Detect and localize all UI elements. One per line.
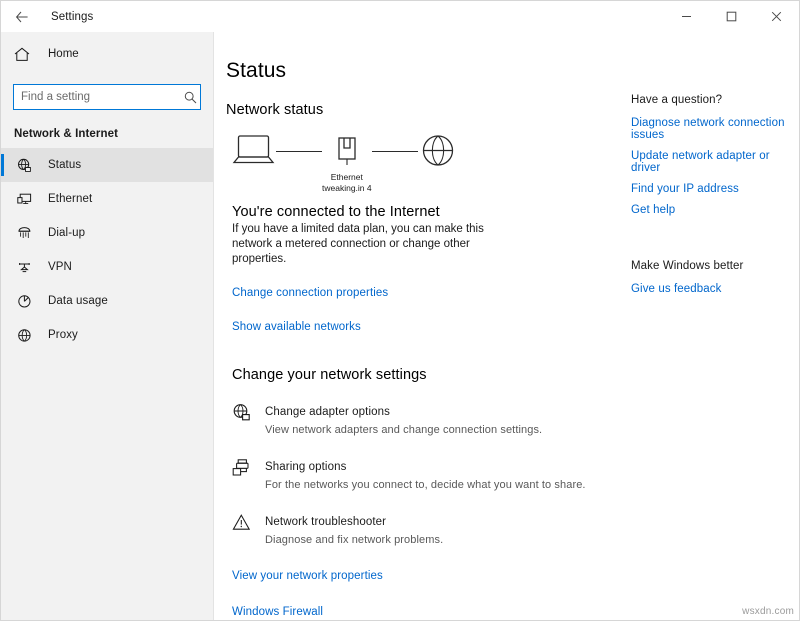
settings-window: Settings Home Find a setting Network & I… bbox=[0, 0, 800, 621]
change-connection-properties-link[interactable]: Change connection properties bbox=[232, 287, 388, 299]
warning-triangle-icon bbox=[232, 512, 258, 532]
setting-title: Sharing options bbox=[265, 461, 347, 473]
home-icon bbox=[14, 47, 38, 62]
sidebar-item-vpn[interactable]: VPN bbox=[1, 250, 213, 284]
sidebar-item-data-usage[interactable]: Data usage bbox=[1, 284, 213, 318]
setting-title: Change adapter options bbox=[265, 406, 390, 418]
view-network-properties-link[interactable]: View your network properties bbox=[232, 570, 383, 582]
maximize-icon bbox=[726, 11, 737, 22]
right-panel: Have a question? Diagnose network connec… bbox=[619, 32, 799, 620]
sidebar-item-label: Status bbox=[48, 159, 82, 171]
minimize-button[interactable] bbox=[664, 1, 709, 32]
setting-change-adapter-options[interactable]: Change adapter options View network adap… bbox=[232, 402, 619, 438]
sidebar-item-label: Proxy bbox=[48, 329, 78, 341]
pie-chart-icon bbox=[14, 294, 34, 309]
setting-text: Network troubleshooter Diagnose and fix … bbox=[265, 512, 443, 548]
watermark: wsxdn.com bbox=[742, 606, 794, 617]
content-area: Status Network status Ethernet tweaking.… bbox=[214, 32, 799, 620]
title-bar: Settings bbox=[1, 1, 799, 32]
get-help-link[interactable]: Get help bbox=[631, 204, 789, 216]
sidebar: Home Network & Internet bbox=[1, 32, 214, 620]
update-network-adapter-link[interactable]: Update network adapter or driver bbox=[631, 150, 789, 174]
setting-sharing-options[interactable]: Sharing options For the networks you con… bbox=[232, 457, 619, 493]
home-label: Home bbox=[48, 48, 79, 60]
sidebar-item-dialup[interactable]: Dial-up bbox=[1, 216, 213, 250]
view-network-properties-row: View your network properties bbox=[232, 566, 619, 584]
give-us-feedback-link[interactable]: Give us feedback bbox=[631, 283, 789, 295]
proxy-globe-icon bbox=[14, 328, 34, 343]
setting-text: Change adapter options View network adap… bbox=[265, 402, 542, 438]
panel-spacer bbox=[631, 225, 789, 260]
sidebar-item-label: Data usage bbox=[48, 295, 108, 307]
adapter-globe-icon bbox=[232, 402, 258, 422]
setting-description: View network adapters and change connect… bbox=[265, 424, 543, 436]
close-icon bbox=[771, 11, 782, 22]
sidebar-item-home[interactable]: Home bbox=[1, 38, 213, 70]
sidebar-item-label: Ethernet bbox=[48, 193, 93, 205]
window-body: Home Network & Internet bbox=[1, 32, 799, 620]
network-name-line1: Ethernet bbox=[330, 172, 363, 182]
main-pane: Status Network status Ethernet tweaking.… bbox=[214, 32, 619, 620]
diagram-network-label: Ethernet tweaking.in 4 bbox=[322, 172, 372, 194]
network-name-line2: tweaking.in 4 bbox=[322, 183, 372, 193]
close-button[interactable] bbox=[754, 1, 799, 32]
sidebar-item-proxy[interactable]: Proxy bbox=[1, 318, 213, 352]
setting-title: Network troubleshooter bbox=[265, 516, 387, 528]
sidebar-item-ethernet[interactable]: Ethernet bbox=[1, 182, 213, 216]
setting-text: Sharing options For the networks you con… bbox=[265, 457, 586, 493]
find-ip-address-link[interactable]: Find your IP address bbox=[631, 183, 789, 195]
back-arrow-icon bbox=[15, 11, 28, 22]
minimize-icon bbox=[682, 16, 691, 17]
search-icon[interactable] bbox=[181, 85, 200, 109]
setting-description: Diagnose and fix network problems. bbox=[265, 534, 444, 546]
sidebar-item-label: Dial-up bbox=[48, 227, 86, 239]
ethernet-port-icon bbox=[338, 137, 356, 165]
change-network-settings-heading: Change your network settings bbox=[232, 367, 427, 383]
show-available-networks-row: Show available networks bbox=[232, 317, 619, 335]
change-connection-properties-row: Change connection properties bbox=[232, 283, 619, 301]
window-controls bbox=[664, 1, 799, 32]
diagnose-network-issues-link[interactable]: Diagnose network connection issues bbox=[631, 117, 789, 141]
diagram-wire-right bbox=[371, 151, 418, 152]
sidebar-section-title: Network & Internet bbox=[14, 128, 119, 140]
search-box[interactable] bbox=[13, 84, 201, 110]
network-diagram: Ethernet tweaking.in 4 bbox=[232, 132, 619, 193]
maximize-button[interactable] bbox=[709, 1, 754, 32]
diagram-adapter: Ethernet tweaking.in 4 bbox=[322, 132, 372, 194]
globe-icon bbox=[422, 135, 453, 166]
vpn-icon bbox=[14, 260, 34, 275]
app-title: Settings bbox=[51, 10, 94, 23]
sidebar-item-label: VPN bbox=[48, 261, 72, 273]
back-button[interactable] bbox=[1, 1, 43, 32]
setting-description: For the networks you connect to, decide … bbox=[265, 479, 586, 491]
dialup-icon bbox=[14, 226, 34, 241]
ethernet-icon bbox=[14, 192, 34, 207]
have-a-question-heading: Have a question? bbox=[631, 94, 723, 106]
windows-firewall-row: Windows Firewall bbox=[232, 602, 619, 620]
network-status-heading: Network status bbox=[226, 102, 324, 118]
windows-firewall-link[interactable]: Windows Firewall bbox=[232, 606, 323, 618]
connection-state-description: If you have a limited data plan, you can… bbox=[232, 223, 484, 265]
laptop-icon bbox=[232, 135, 275, 164]
make-windows-better-heading: Make Windows better bbox=[631, 260, 744, 272]
connection-state-title: You're connected to the Internet bbox=[232, 204, 440, 220]
diagram-internet bbox=[418, 132, 458, 170]
diagram-device bbox=[232, 132, 276, 170]
diagram-wire-left bbox=[276, 151, 322, 152]
status-globe-icon bbox=[14, 158, 34, 173]
sharing-icon bbox=[232, 457, 258, 477]
sidebar-item-status[interactable]: Status bbox=[1, 148, 213, 182]
page-title: Status bbox=[226, 59, 287, 82]
setting-network-troubleshooter[interactable]: Network troubleshooter Diagnose and fix … bbox=[232, 512, 619, 548]
search-input[interactable] bbox=[14, 85, 181, 109]
show-available-networks-link[interactable]: Show available networks bbox=[232, 321, 361, 333]
